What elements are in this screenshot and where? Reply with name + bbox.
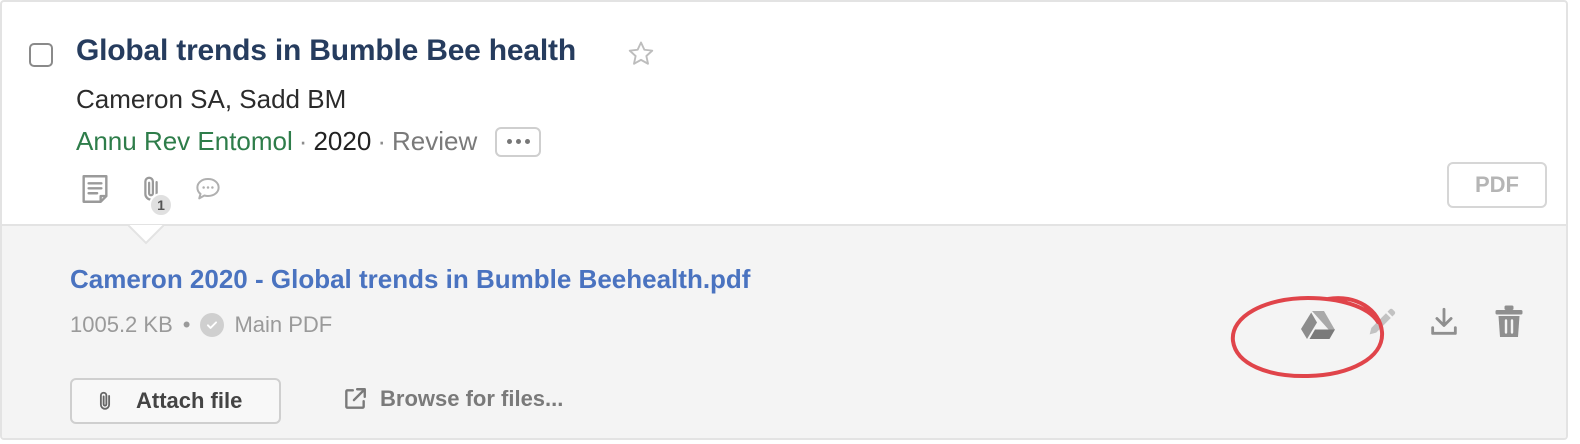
more-dot — [524, 139, 530, 144]
browse-files-label: Browse for files... — [380, 386, 564, 411]
paper-title[interactable]: Global trends in Bumble Bee health — [76, 34, 576, 68]
more-dot — [515, 139, 521, 144]
more-options-button[interactable] — [495, 126, 542, 157]
paper-meta: Annu Rev Entomol · 2020 · Review — [76, 126, 542, 157]
notes-icon[interactable] — [78, 172, 112, 206]
journal-name[interactable]: Annu Rev Entomol — [76, 126, 293, 157]
attachment-meta: 1005.2 KB • Main PDF — [70, 312, 332, 338]
pdf-button[interactable]: PDF — [1447, 162, 1547, 208]
meta-separator: • — [182, 312, 191, 337]
comment-icon[interactable] — [192, 174, 224, 204]
attach-file-button[interactable]: Attach file — [70, 378, 281, 424]
paper-authors: Cameron SA, Sadd BM — [76, 84, 347, 114]
main-pdf-status: Main PDF — [234, 312, 333, 337]
attach-file-label: Attach file — [136, 388, 243, 413]
more-dot — [506, 139, 512, 144]
check-circle-icon — [200, 313, 225, 337]
pencil-icon[interactable] — [1364, 306, 1398, 340]
browse-files-link[interactable]: Browse for files... — [342, 386, 563, 412]
google-drive-icon[interactable] — [1300, 308, 1336, 340]
attachment-filename-link[interactable]: Cameron 2020 - Global trends in Bumble B… — [70, 264, 750, 295]
pub-year: 2020 — [313, 126, 372, 156]
panel-pointer — [128, 224, 164, 245]
external-link-icon — [342, 386, 368, 412]
file-size: 1005.2 KB — [70, 312, 173, 337]
meta-separator: · — [298, 126, 308, 156]
paperclip-icon — [94, 387, 116, 415]
meta-separator: · — [377, 126, 386, 156]
trash-icon[interactable] — [1494, 304, 1524, 340]
paper-card: Global trends in Bumble Bee health Camer… — [0, 0, 1568, 440]
pub-type: Review — [391, 126, 478, 156]
download-icon[interactable] — [1427, 304, 1461, 340]
select-checkbox[interactable] — [29, 43, 53, 67]
star-icon[interactable] — [626, 39, 656, 69]
